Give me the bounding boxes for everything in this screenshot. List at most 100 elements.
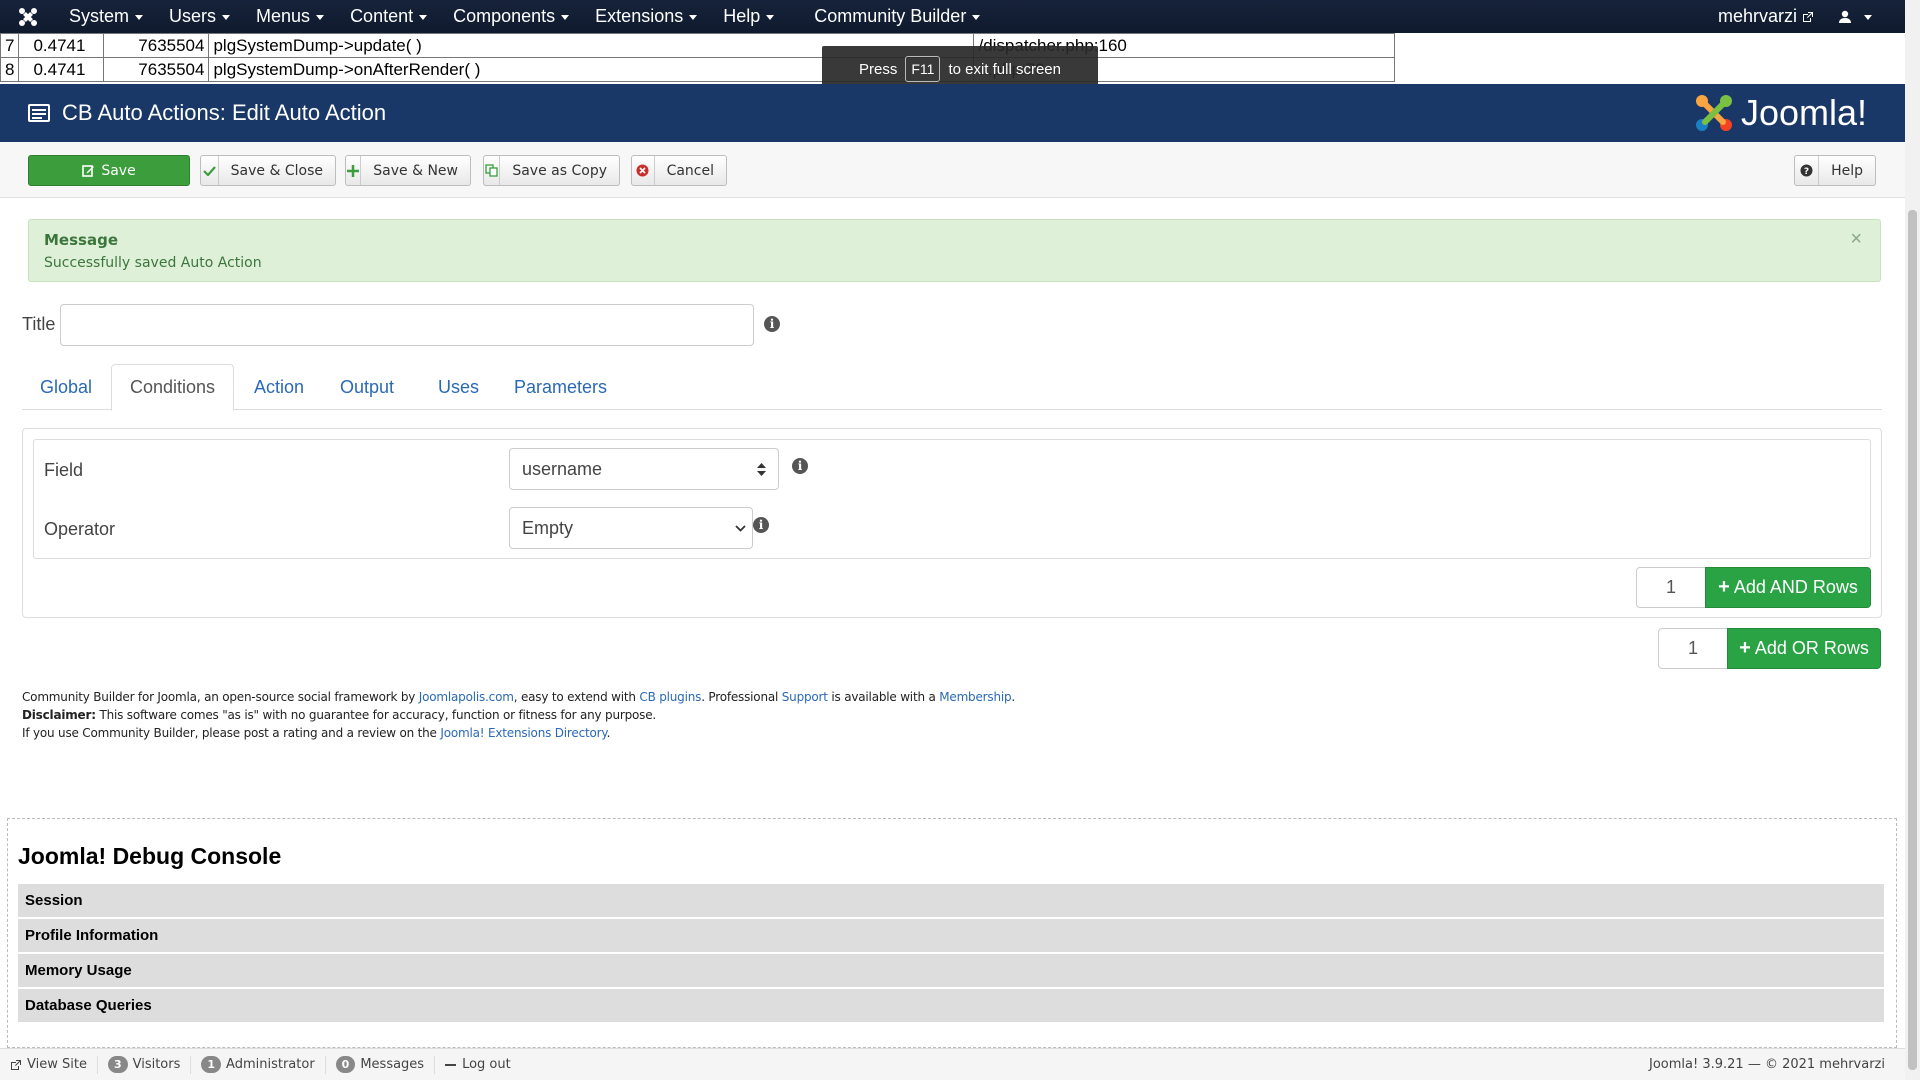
messages-link[interactable]: 0 Messages [326, 1055, 436, 1074]
menu-menus[interactable]: Menus [243, 0, 337, 33]
admin-badge: 1 [201, 1056, 222, 1073]
messages-badge: 0 [335, 1056, 356, 1073]
menu-users[interactable]: Users [156, 0, 243, 33]
menu-content[interactable]: Content [337, 0, 440, 33]
tab-global[interactable]: Global [22, 364, 110, 410]
tab-conditions[interactable]: Conditions [111, 364, 235, 411]
save-label: Save [101, 162, 136, 179]
administrator-link[interactable]: 1 Administrator [191, 1055, 326, 1074]
close-message-button[interactable]: × [1850, 228, 1862, 251]
or-rows-count-input[interactable]: 1 [1658, 628, 1728, 669]
info-icon[interactable]: i [753, 517, 769, 533]
trace-memory: 7635504 [103, 33, 210, 58]
scrollbar-thumb[interactable] [1908, 210, 1917, 1070]
tab-uses[interactable]: Uses [420, 364, 497, 410]
footer-text: If you use Community Builder, please pos… [22, 726, 441, 740]
menu-label: Help [723, 6, 761, 26]
debug-section-session[interactable]: Session [18, 884, 1884, 917]
fullscreen-text: Press [859, 60, 898, 78]
footer-text: , easy to extend with [513, 690, 640, 704]
save-new-button[interactable]: Save & New [345, 155, 471, 186]
operator-select[interactable]: Empty [509, 507, 753, 549]
help-label: Help [1831, 162, 1863, 179]
menu-components[interactable]: Components [440, 0, 582, 33]
footer-text: This software comes "as is" with no guar… [95, 708, 656, 722]
caret-down-icon [135, 15, 144, 20]
save-copy-button[interactable]: Save as Copy [483, 155, 620, 186]
visitors-label: Visitors [132, 1057, 181, 1072]
trace-row: 7 0.4741 7635504 plgSystemDump->update( … [0, 33, 1395, 58]
plus-icon [346, 156, 362, 185]
view-site-link[interactable]: View Site [0, 1055, 98, 1074]
trace-index: 8 [0, 57, 20, 82]
toolbar: Save Save & Close Save & New Save as Cop… [0, 142, 1905, 198]
menu-label: Components [453, 6, 556, 26]
field-select[interactable]: username [509, 448, 779, 490]
chevron-down-icon [735, 525, 746, 532]
footer-text: . Professional [701, 690, 782, 704]
caret-down-icon [222, 15, 231, 20]
support-link[interactable]: Support [782, 690, 828, 704]
cancel-label: Cancel [666, 162, 714, 179]
menu-system[interactable]: System [56, 0, 156, 33]
save-close-button[interactable]: Save & Close [200, 155, 336, 186]
tab-parameters[interactable]: Parameters [496, 364, 625, 410]
tab-output[interactable]: Output [322, 364, 412, 410]
debug-trace-table: 7 0.4741 7635504 plgSystemDump->update( … [0, 33, 1395, 82]
help-button[interactable]: ? Help [1794, 155, 1876, 186]
menu-label: Menus [256, 6, 311, 26]
external-link-icon [1803, 11, 1813, 22]
title-input[interactable] [60, 304, 754, 346]
admin-top-nav: System Users Menus Content Components Ex… [0, 0, 1920, 33]
logout-link[interactable]: Log out [435, 1056, 521, 1074]
joomla-menu-icon[interactable] [0, 0, 56, 33]
debug-section-memory[interactable]: Memory Usage [18, 954, 1884, 987]
debug-section-profile[interactable]: Profile Information [18, 919, 1884, 952]
menu-label: System [69, 6, 130, 26]
check-icon [201, 156, 219, 185]
visitors-badge: 3 [107, 1056, 128, 1073]
menu-help[interactable]: Help [710, 0, 787, 33]
message-title: Message [44, 231, 118, 249]
caret-down-icon [419, 15, 428, 20]
logout-label: Log out [462, 1057, 511, 1072]
add-or-rows-button[interactable]: + Add OR Rows [1727, 628, 1881, 669]
info-icon[interactable]: i [792, 458, 808, 474]
menu-community-builder[interactable]: Community Builder [801, 0, 993, 33]
trace-time: 0.4741 [18, 57, 105, 82]
add-and-rows-button[interactable]: + Add AND Rows [1705, 567, 1871, 608]
disclaimer-label: Disclaimer: [22, 708, 96, 722]
footer-line: If you use Community Builder, please pos… [22, 724, 1015, 742]
user-menu[interactable] [1826, 0, 1884, 33]
cancel-button[interactable]: Cancel [631, 155, 727, 186]
condition-row: Field username i Operator Empty i [33, 439, 1871, 559]
membership-link[interactable]: Membership [939, 690, 1011, 704]
page-scrollbar[interactable] [1905, 0, 1920, 1080]
and-rows-count-input[interactable]: 1 [1636, 567, 1706, 608]
message-body: Successfully saved Auto Action [44, 255, 262, 271]
info-icon[interactable]: i [764, 316, 780, 332]
main-menu: System Users Menus Content Components Ex… [56, 0, 993, 33]
jed-link[interactable]: Joomla! Extensions Directory [440, 726, 606, 740]
messages-label: Messages [360, 1057, 425, 1072]
menu-extensions[interactable]: Extensions [582, 0, 710, 33]
visitors-link[interactable]: 3 Visitors [98, 1055, 192, 1074]
site-link[interactable]: mehrvarzi [1706, 0, 1826, 33]
cb-plugins-link[interactable]: CB plugins [639, 690, 701, 704]
fullscreen-text: to exit full screen [948, 60, 1061, 78]
debug-section-queries[interactable]: Database Queries [18, 989, 1884, 1022]
joomlapolis-link[interactable]: Joomlapolis.com [419, 690, 514, 704]
field-select-value: username [522, 458, 603, 479]
top-nav-right: mehrvarzi [1706, 0, 1920, 33]
status-bar: View Site 3 Visitors 1 Administrator 0 Mess… [0, 1048, 1905, 1080]
plus-icon: + [1718, 576, 1730, 598]
menu-label: Content [350, 6, 414, 26]
view-site-label: View Site [27, 1057, 87, 1072]
trace-memory: 7635504 [103, 57, 210, 82]
fullscreen-key: F11 [905, 56, 941, 82]
save-close-label: Save & Close [230, 162, 323, 179]
tab-action[interactable]: Action [236, 364, 322, 410]
add-and-rows-label: Add AND Rows [1733, 577, 1858, 597]
save-button[interactable]: Save [28, 155, 190, 186]
admin-label: Administrator [226, 1057, 315, 1072]
